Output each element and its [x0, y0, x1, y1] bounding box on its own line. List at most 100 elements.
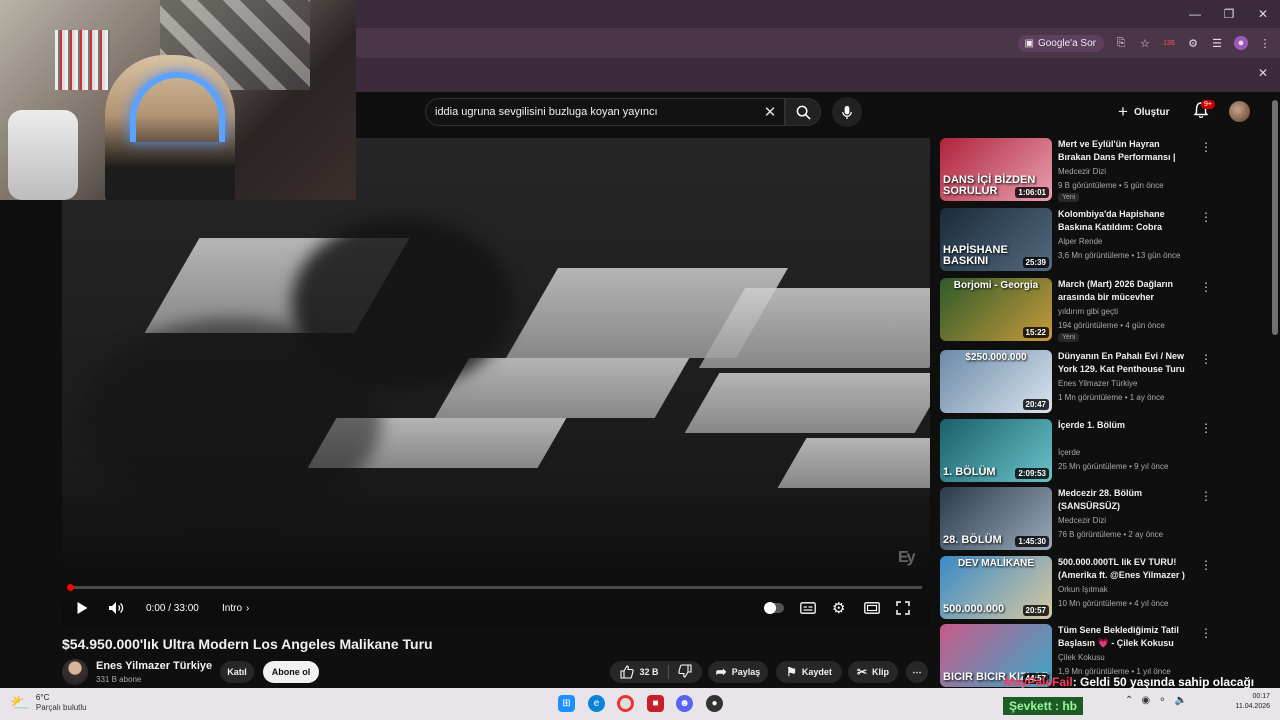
app-tray-icon[interactable]: ◉ — [1141, 695, 1150, 706]
share-label: Paylaş — [731, 667, 761, 677]
like-button[interactable]: 32 B — [620, 665, 659, 679]
extension-counter-icon[interactable]: 136 — [1162, 36, 1176, 50]
save-button[interactable]: ⚑ Kaydet — [776, 661, 842, 683]
recommended-video[interactable]: DEV MALİKANE 500.000.000 20:57 500.000.000T… — [940, 556, 1215, 622]
recommended-video-meta: 1 Mn görüntüleme • 1 ay önce — [1058, 393, 1165, 402]
ask-google-button[interactable]: ▣ Google'a Sor — [1018, 34, 1104, 52]
recommended-video-title[interactable]: Tüm Sene Beklediğimiz Tatil Başlasın 💗 -… — [1058, 624, 1192, 650]
voice-search-button[interactable] — [832, 97, 862, 127]
channel-watermark[interactable]: Ey — [898, 549, 916, 567]
join-button[interactable]: Katıl — [220, 661, 254, 683]
edge-browser-icon[interactable]: e — [588, 695, 605, 712]
kebab-menu-icon[interactable]: ⋮ — [1200, 352, 1212, 366]
video-frame[interactable] — [62, 138, 930, 626]
kebab-menu-icon[interactable]: ⋮ — [1200, 558, 1212, 572]
create-button[interactable]: + Oluştur — [1118, 101, 1170, 123]
video-thumbnail[interactable]: DANS İÇİ BİZDEN SORULUR 1:06:01 — [940, 138, 1052, 201]
clip-button[interactable]: ✂ Klip — [848, 661, 898, 683]
video-thumbnail[interactable]: $250.000.000 20:47 — [940, 350, 1052, 413]
video-thumbnail[interactable]: 1. BÖLÜM 2:09:53 — [940, 419, 1052, 482]
recommended-channel-name[interactable]: Alper Rende — [1058, 237, 1102, 246]
recommended-video-title[interactable]: Medcezir 28. Bölüm (SANSÜRSÜZ) — [1058, 487, 1192, 513]
channel-avatar[interactable] — [62, 659, 88, 685]
microphone-tray-icon[interactable]: ⚬ — [1158, 695, 1166, 706]
autoplay-toggle[interactable] — [764, 596, 784, 620]
recommended-channel-name[interactable]: Orkun Işıtmak — [1058, 585, 1108, 594]
settings-button[interactable]: ⚙ — [832, 596, 845, 620]
recommended-video-title[interactable]: Dünyanın En Pahalı Evi / New York 129. K… — [1058, 350, 1192, 376]
page-scrollbar[interactable] — [1272, 100, 1278, 335]
chapter-button[interactable]: Intro › — [222, 596, 249, 620]
webcam-overlay — [0, 0, 356, 200]
subscribe-button[interactable]: Abone ol — [263, 661, 319, 683]
puzzle-extensions-icon[interactable]: ⚙ — [1186, 36, 1200, 50]
search-button[interactable] — [785, 98, 821, 126]
recommended-channel-name[interactable]: Enes Yilmazer Türkiye — [1058, 379, 1137, 388]
recommended-video[interactable]: $250.000.000 20:47 Dünyanın En Pahalı Evi … — [940, 350, 1215, 416]
kebab-menu-icon[interactable]: ⋮ — [1200, 421, 1212, 435]
fullscreen-button[interactable] — [896, 596, 910, 620]
video-thumbnail[interactable]: DEV MALİKANE 500.000.000 20:57 — [940, 556, 1052, 619]
microphone-icon — [842, 105, 852, 119]
media-control-icon[interactable]: ☰ — [1210, 36, 1224, 50]
maximize-button[interactable]: ❐ — [1212, 0, 1246, 28]
share-button[interactable]: ➦ Paylaş — [708, 661, 768, 683]
create-label: Oluştur — [1133, 106, 1170, 118]
obs-icon[interactable]: ● — [706, 695, 723, 712]
play-button[interactable] — [76, 596, 89, 620]
chrome-browser-icon[interactable] — [617, 695, 634, 712]
kebab-menu-icon[interactable]: ⋮ — [1200, 626, 1212, 640]
chevron-up-icon[interactable]: ⌃ — [1125, 695, 1133, 706]
volume-button[interactable] — [108, 596, 125, 620]
recommended-video[interactable]: Borjomi - Georgia 15:22 March (Mart) 2026 … — [940, 278, 1215, 344]
recommended-channel-name[interactable]: Medcezir Dizi — [1058, 167, 1106, 176]
recommended-video-title[interactable]: 500.000.000TL lik EV TURU! (Amerika ft. … — [1058, 556, 1192, 582]
close-window-button[interactable]: ✕ — [1246, 0, 1280, 28]
recommended-channel-name[interactable]: İçerde — [1058, 448, 1080, 457]
kebab-menu-icon[interactable]: ⋮ — [1200, 140, 1212, 154]
bookmark-star-icon[interactable]: ☆ — [1138, 36, 1152, 50]
profile-avatar-icon[interactable]: ● — [1234, 36, 1248, 50]
recommended-video-title[interactable]: Kolombiya'da Hapishane Baskına Katıldım:… — [1058, 208, 1192, 234]
install-icon[interactable]: ⎘ — [1114, 36, 1128, 50]
theater-mode-button[interactable] — [864, 596, 880, 620]
search-input[interactable]: iddia ugruna sevgilisini buzluga koyan y… — [425, 98, 785, 126]
taskbar-clock[interactable]: 00:17 11.04.2026 — [1226, 692, 1270, 712]
recommended-channel-name[interactable]: yıldırım gibi geçti — [1058, 307, 1118, 316]
kebab-menu-icon[interactable]: ⋮ — [1200, 210, 1212, 224]
browser-menu-icon[interactable]: ⋮ — [1258, 36, 1272, 50]
minimize-button[interactable]: — — [1178, 0, 1212, 28]
clear-search-icon[interactable]: ✕ — [760, 101, 780, 123]
recommended-channel-name[interactable]: Çilek Kokusu — [1058, 653, 1105, 662]
weather-widget[interactable]: ⛅ 6°C Parçalı bulutlu — [10, 693, 87, 713]
account-avatar[interactable] — [1229, 101, 1250, 122]
subtitles-button[interactable] — [800, 596, 816, 620]
media-app-icon[interactable]: ■ — [647, 695, 664, 712]
video-thumbnail[interactable]: 28. BÖLÜM 1:45:30 — [940, 487, 1052, 550]
recommended-video-title[interactable]: Mert ve Eylül'ün Hayran Bırakan Dans Per… — [1058, 138, 1192, 164]
recommended-video[interactable]: DANS İÇİ BİZDEN SORULUR 1:06:01 Mert ve Ey… — [940, 138, 1215, 204]
recommended-video[interactable]: 28. BÖLÜM 1:45:30 Medcezir 28. Bölüm (SANS… — [940, 487, 1215, 553]
speaker-icon[interactable]: 🔈 — [1175, 695, 1187, 706]
progress-bar[interactable] — [70, 586, 922, 589]
recommended-video-title[interactable]: İçerde 1. Bölüm — [1058, 419, 1192, 432]
chevron-right-icon: › — [246, 602, 250, 614]
recommended-channel-name[interactable]: Medcezir Dizi — [1058, 516, 1106, 525]
dislike-button[interactable] — [677, 664, 692, 680]
recommended-video-title[interactable]: March (Mart) 2026 Dağların arasında bir … — [1058, 278, 1192, 304]
start-menu-icon[interactable]: ⊞ — [558, 695, 575, 712]
weather-temperature: 6°C — [35, 693, 50, 702]
autoplay-icon — [764, 602, 784, 614]
kebab-menu-icon[interactable]: ⋮ — [1200, 280, 1212, 294]
channel-name[interactable]: Enes Yilmazer Türkiye — [96, 660, 212, 672]
recommended-video[interactable]: 1. BÖLÜM 2:09:53 İçerde 1. Bölüm İçerde 25 M… — [940, 419, 1215, 485]
more-actions-button[interactable]: ⋯ — [906, 661, 928, 683]
video-thumbnail[interactable]: HAPİSHANE BASKINI 25:39 — [940, 208, 1052, 271]
video-thumbnail[interactable]: Borjomi - Georgia 15:22 — [940, 278, 1052, 341]
recommended-video[interactable]: HAPİSHANE BASKINI 25:39 Kolombiya'da Hapis… — [940, 208, 1215, 274]
discord-icon[interactable]: ☻ — [676, 695, 693, 712]
infobar-close-icon[interactable]: ✕ — [1258, 66, 1268, 80]
streamer-label: Şevkett : hb — [1009, 699, 1078, 713]
kebab-menu-icon[interactable]: ⋮ — [1200, 489, 1212, 503]
progress-scrubber[interactable] — [67, 584, 74, 591]
